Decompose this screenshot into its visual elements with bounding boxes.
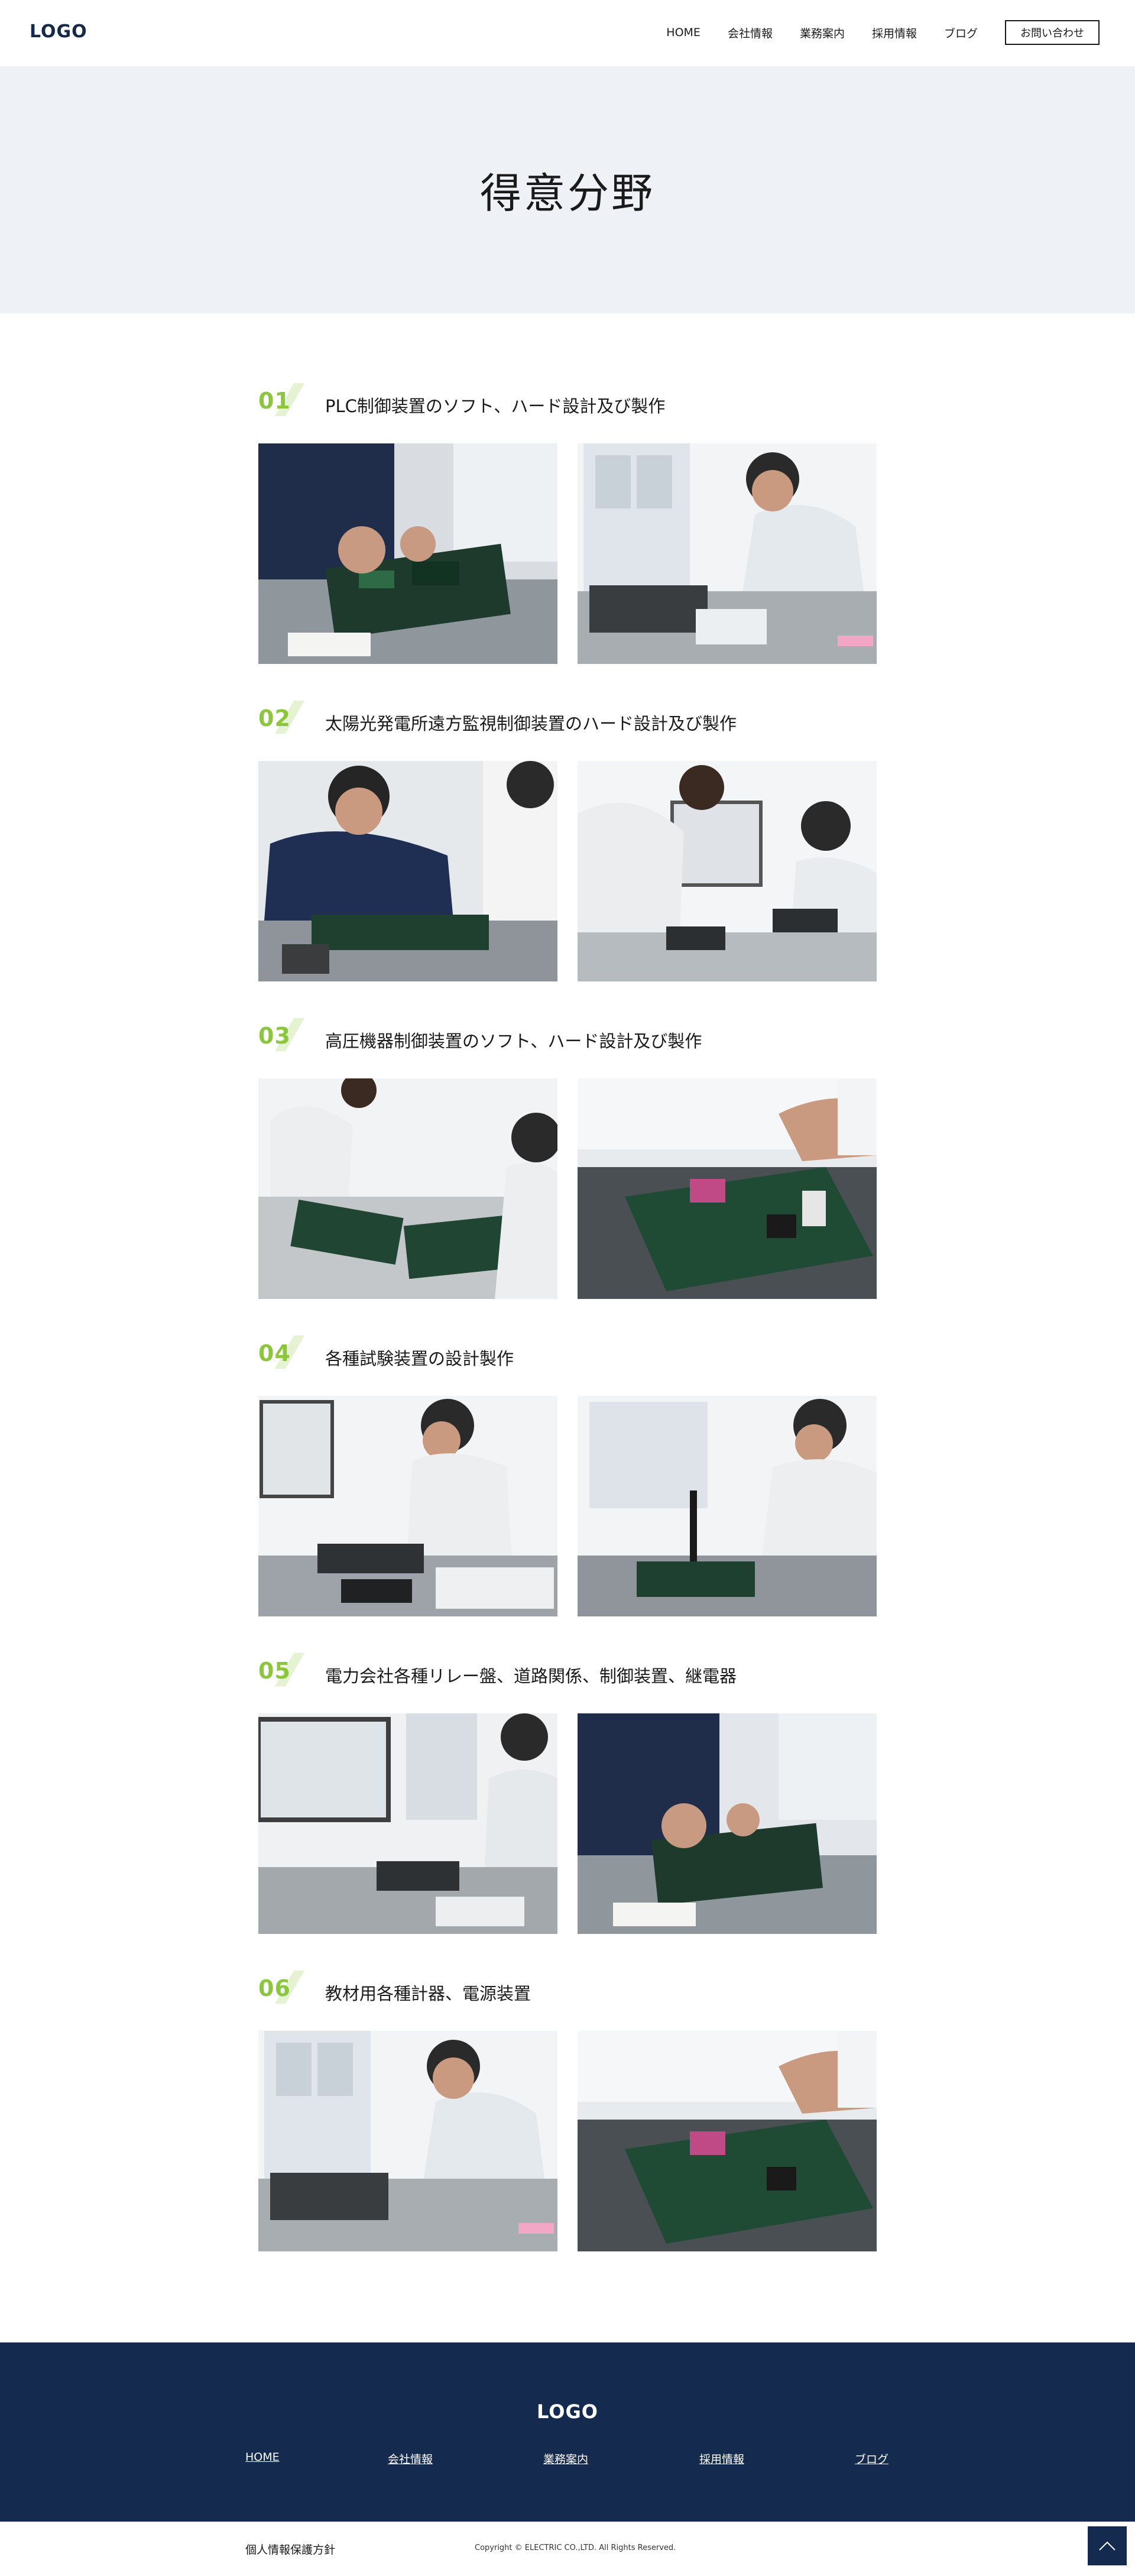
specialty-title: 高圧機器制御装置のソフト、ハード設計及び製作 xyxy=(325,1031,702,1051)
specialty-heading: 03 高圧機器制御装置のソフト、ハード設計及び製作 xyxy=(258,1018,877,1055)
specialty-number: 02 xyxy=(258,705,291,731)
lab-photo xyxy=(578,443,877,664)
specialty-title: 電力会社各種リレー盤、道路関係、制御装置、継電器 xyxy=(325,1666,737,1686)
footer-nav: HOME 会社情報 業務案内 採用情報 ブログ xyxy=(0,2451,1135,2468)
specialty-title: 太陽光発電所遠方監視制御装置のハード設計及び製作 xyxy=(325,714,737,734)
specialty-item: 05 電力会社各種リレー盤、道路関係、制御装置、継電器 xyxy=(258,1653,877,1938)
lab-photo xyxy=(258,1713,557,1934)
lab-photo xyxy=(578,1078,877,1299)
privacy-policy-link[interactable]: 個人情報保護方針 xyxy=(245,2541,335,2557)
specialty-heading: 02 太陽光発電所遠方監視制御装置のハード設計及び製作 xyxy=(258,701,877,737)
specialty-number: 05 xyxy=(258,1658,291,1684)
specialty-heading: 05 電力会社各種リレー盤、道路関係、制御装置、継電器 xyxy=(258,1653,877,1690)
footer-link-recruit[interactable]: 採用情報 xyxy=(699,2451,744,2467)
copyright-text: Copyright © ELECTRIC CO.,LTD. All Rights… xyxy=(475,2543,676,2552)
lab-photo xyxy=(258,1078,557,1299)
specialty-number: 06 xyxy=(258,1975,291,2001)
lab-photo xyxy=(258,761,557,981)
specialty-item: 01 PLC制御装置のソフト、ハード設計及び製作 xyxy=(258,383,877,668)
footer-link-home[interactable]: HOME xyxy=(245,2451,280,2464)
specialty-item: 04 各種試験装置の設計製作 xyxy=(258,1336,877,1621)
specialty-title: 教材用各種計器、電源装置 xyxy=(325,1984,531,2004)
site-logo[interactable]: LOGO xyxy=(30,21,87,42)
nav-blog[interactable]: ブログ xyxy=(944,25,978,41)
specialty-item: 06 教材用各種計器、電源装置 xyxy=(258,1971,877,2256)
specialty-item: 03 高圧機器制御装置のソフト、ハード設計及び製作 xyxy=(258,1018,877,1303)
specialty-number: 04 xyxy=(258,1340,291,1366)
global-nav: HOME 会社情報 業務案内 採用情報 ブログ お問い合わせ xyxy=(639,20,1100,45)
page-title: 得意分野 xyxy=(480,169,655,218)
lab-photo xyxy=(258,1396,557,1616)
lab-photo xyxy=(578,1396,877,1616)
chevron-up-icon xyxy=(1099,2541,1115,2551)
page-hero: 得意分野 xyxy=(0,66,1135,313)
footer-link-company[interactable]: 会社情報 xyxy=(388,2451,433,2467)
site-footer: LOGO HOME 会社情報 業務案内 採用情報 ブログ xyxy=(0,2342,1135,2522)
specialty-title: PLC制御装置のソフト、ハード設計及び製作 xyxy=(325,396,666,416)
footer-link-blog[interactable]: ブログ xyxy=(855,2451,888,2467)
lab-photo xyxy=(258,443,557,664)
nav-services[interactable]: 業務案内 xyxy=(800,25,845,41)
nav-recruit[interactable]: 採用情報 xyxy=(872,25,917,41)
footer-logo[interactable]: LOGO xyxy=(0,2400,1135,2423)
specialty-heading: 06 教材用各種計器、電源装置 xyxy=(258,1971,877,2007)
footer-link-services[interactable]: 業務案内 xyxy=(543,2451,588,2467)
lab-photo xyxy=(258,2031,557,2251)
contact-button[interactable]: お問い合わせ xyxy=(1005,20,1100,45)
specialty-number: 01 xyxy=(258,388,291,414)
footer-bottom-bar: 個人情報保護方針 Copyright © ELECTRIC CO.,LTD. A… xyxy=(0,2522,1135,2576)
specialty-number: 03 xyxy=(258,1023,291,1049)
nav-company[interactable]: 会社情報 xyxy=(728,25,773,41)
back-to-top-button[interactable] xyxy=(1088,2526,1127,2565)
specialty-heading: 04 各種試験装置の設計製作 xyxy=(258,1336,877,1372)
specialty-item: 02 太陽光発電所遠方監視制御装置のハード設計及び製作 xyxy=(258,701,877,986)
lab-photo xyxy=(578,761,877,981)
lab-photo xyxy=(578,1713,877,1934)
nav-home[interactable]: HOME xyxy=(666,26,701,39)
lab-photo xyxy=(578,2031,877,2251)
site-header: LOGO HOME 会社情報 業務案内 採用情報 ブログ お問い合わせ xyxy=(0,0,1135,66)
specialty-heading: 01 PLC制御装置のソフト、ハード設計及び製作 xyxy=(258,383,877,420)
specialty-title: 各種試験装置の設計製作 xyxy=(325,1349,514,1369)
